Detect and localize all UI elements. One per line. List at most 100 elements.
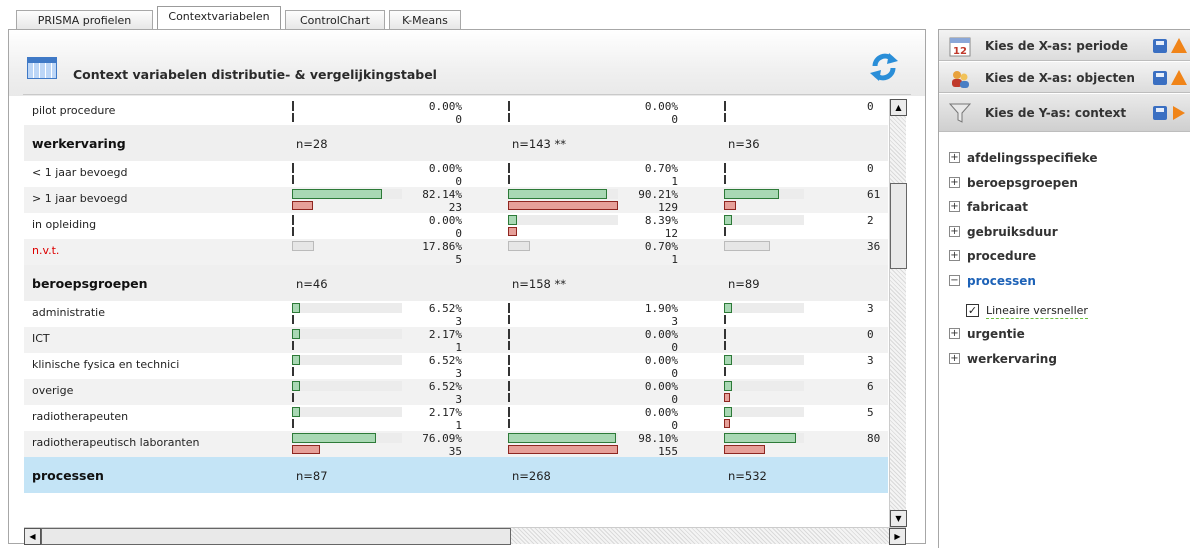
- expand-icon[interactable]: +: [949, 152, 960, 163]
- expand-icon[interactable]: +: [949, 250, 960, 261]
- count-value: 80: [867, 432, 881, 445]
- zero-marker: [292, 227, 294, 236]
- warning-icon[interactable]: [1171, 38, 1187, 53]
- save-icon[interactable]: [1153, 106, 1167, 120]
- save-icon[interactable]: [1153, 39, 1167, 53]
- xaxis-periode-header[interactable]: 12 Kies de X-as: periode: [939, 30, 1190, 61]
- row-label: administratie: [32, 306, 105, 319]
- table-row[interactable]: ICT 2.17% 1 0.00% 0 0: [24, 327, 888, 354]
- table-row[interactable]: < 1 jaar bevoegd 0.00% 0 0.70% 1 0: [24, 161, 888, 188]
- zero-marker: [292, 367, 294, 376]
- table-row[interactable]: administratie 6.52% 3 1.90% 3 3: [24, 301, 888, 328]
- section-label: processen: [32, 468, 104, 483]
- table-row[interactable]: overige 6.52% 3 0.00% 0 6: [24, 379, 888, 406]
- percentage-value: 0.00%: [644, 100, 678, 113]
- zero-marker: [292, 419, 294, 428]
- table-row[interactable]: klinische fysica en technici 6.52% 3 0.00% 0…: [24, 353, 888, 380]
- percentage-value: 0.00%: [428, 214, 462, 227]
- count-bar: [724, 393, 730, 402]
- count-value: 0: [867, 328, 874, 341]
- expand-icon[interactable]: +: [949, 176, 960, 188]
- tree-item-label: processen: [967, 273, 1036, 288]
- horizontal-scrollbar[interactable]: ◀ ▶: [24, 527, 906, 545]
- tree-item[interactable]: + procedure: [949, 248, 1189, 273]
- zero-marker: [292, 175, 294, 184]
- zero-marker: [724, 367, 726, 376]
- expand-icon[interactable]: +: [949, 328, 960, 339]
- row-label: < 1 jaar bevoegd: [32, 166, 128, 179]
- percentage-bar: [508, 433, 616, 443]
- percentage-value: 0.00%: [428, 162, 462, 175]
- tree-item[interactable]: + werkervaring: [949, 351, 1189, 376]
- scroll-right-button[interactable]: ▶: [889, 528, 906, 545]
- xaxis-objecten-header[interactable]: Kies de X-as: objecten: [939, 62, 1190, 93]
- warning-icon[interactable]: [1171, 70, 1187, 85]
- zero-marker: [508, 367, 510, 376]
- svg-text:12: 12: [953, 46, 967, 57]
- row-label: radiotherapeutisch laboranten: [32, 436, 200, 449]
- count-value: 6: [867, 380, 874, 393]
- percentage-bar: [292, 329, 300, 339]
- axis-selection-panel: 12 Kies de X-as: periode Kies de X-as: o…: [938, 29, 1190, 548]
- panel-header: Context variabelen distributie- & vergel…: [9, 30, 925, 96]
- tree-item[interactable]: − processen: [949, 273, 1189, 298]
- zero-marker: [292, 341, 294, 350]
- expand-icon[interactable]: +: [949, 201, 960, 212]
- section-row[interactable]: werkervaring n=28 n=143 ** n=36: [24, 125, 888, 161]
- checkbox[interactable]: ✓: [966, 304, 979, 317]
- percentage-bar: [292, 433, 376, 443]
- header-label: Kies de Y-as: context: [985, 106, 1127, 120]
- percentage-value: 82.14%: [422, 188, 462, 201]
- context-tree: + afdelingsspecifieke + beroepsgroepen + fabr…: [949, 150, 1189, 375]
- percentage-value: 8.39%: [644, 214, 678, 227]
- refresh-icon[interactable]: [867, 50, 901, 84]
- tree-item[interactable]: + fabricaat: [949, 199, 1189, 224]
- save-icon[interactable]: [1153, 71, 1167, 85]
- tree-item[interactable]: + beroepsgroepen: [949, 175, 1189, 200]
- tree-subitem[interactable]: ✓ Lineaire versneller: [949, 297, 1189, 326]
- table-row[interactable]: radiotherapeuten 2.17% 1 0.00% 0 5: [24, 405, 888, 432]
- sample-size: n=268: [512, 469, 551, 483]
- table-row[interactable]: pilot procedure 0.00% 0 0.00% 0 0: [24, 99, 888, 126]
- table-row[interactable]: in opleiding 0.00% 0 8.39% 12 2: [24, 213, 888, 240]
- zero-marker: [508, 175, 510, 184]
- tree-item-label: gebruiksduur: [967, 224, 1058, 239]
- zero-marker: [508, 355, 510, 365]
- expand-icon[interactable]: +: [949, 352, 960, 364]
- table-row[interactable]: radiotherapeutisch laboranten 76.09% 35 98.…: [24, 431, 888, 458]
- count-bar: [724, 419, 730, 428]
- tree-item[interactable]: + gebruiksduur: [949, 224, 1189, 249]
- row-label: > 1 jaar bevoegd: [32, 192, 128, 205]
- tab-prisma-profielen[interactable]: PRISMA profielen: [16, 10, 153, 30]
- tree-item[interactable]: + urgentie: [949, 326, 1189, 351]
- expand-icon[interactable]: +: [949, 225, 960, 237]
- row-label: klinische fysica en technici: [32, 358, 180, 371]
- collapse-icon[interactable]: −: [949, 274, 960, 286]
- table-row[interactable]: > 1 jaar bevoegd 82.14% 23 90.21% 129 61: [24, 187, 888, 214]
- tab-controlchart[interactable]: ControlChart: [285, 10, 385, 30]
- count-value: 3: [867, 354, 874, 367]
- play-arrow-icon[interactable]: [1173, 106, 1185, 120]
- row-label: pilot procedure: [32, 104, 116, 117]
- section-row[interactable]: processen n=87 n=268 n=532: [24, 457, 888, 493]
- vertical-scroll-thumb[interactable]: [890, 183, 907, 269]
- tree-item[interactable]: + afdelingsspecifieke: [949, 150, 1189, 175]
- section-label: beroepsgroepen: [32, 276, 148, 291]
- sample-size: n=143 **: [512, 137, 567, 151]
- table-row[interactable]: n.v.t. 17.86% 5 0.70% 1 36: [24, 239, 888, 266]
- tab-k-means[interactable]: K-Means: [389, 10, 461, 30]
- horizontal-scroll-thumb[interactable]: [41, 528, 511, 545]
- scroll-left-button[interactable]: ◀: [24, 528, 41, 545]
- percentage-value: 1.90%: [644, 302, 678, 315]
- zero-marker: [508, 101, 510, 111]
- yaxis-context-header[interactable]: Kies de Y-as: context: [939, 94, 1190, 132]
- count-value: 5: [867, 406, 874, 419]
- scroll-up-button[interactable]: ▲: [890, 99, 907, 116]
- section-row[interactable]: beroepsgroepen n=46 n=158 ** n=89: [24, 265, 888, 301]
- scroll-down-button[interactable]: ▼: [890, 510, 907, 527]
- bar-track: [724, 189, 804, 199]
- percentage-bar: [724, 407, 732, 417]
- vertical-scrollbar[interactable]: ▲ ▼: [889, 99, 907, 527]
- tab-contextvariabelen[interactable]: Contextvariabelen: [157, 6, 281, 30]
- percentage-bar: [508, 189, 608, 199]
